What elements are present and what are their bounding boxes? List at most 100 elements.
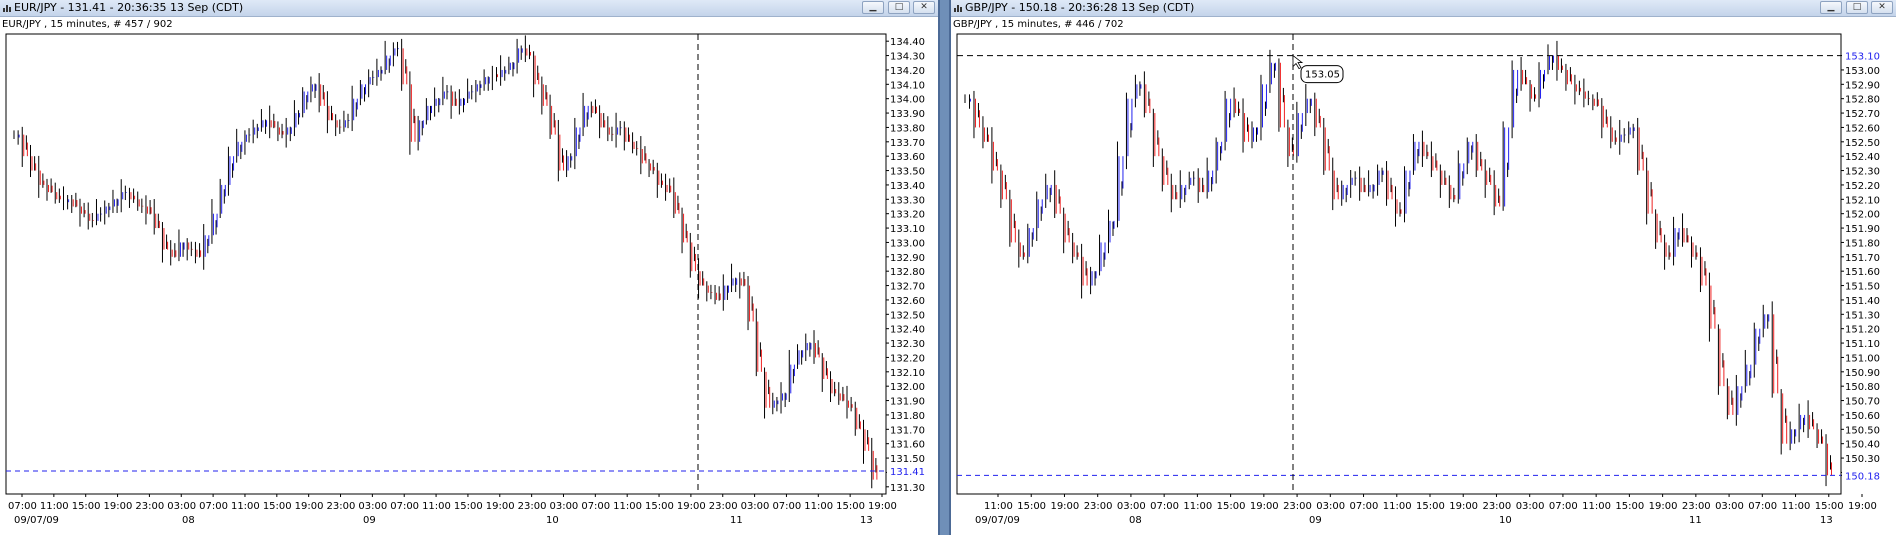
date-tick-label: 10	[546, 515, 559, 526]
time-tick-label: 11:00	[804, 501, 833, 512]
time-tick-label: 03:00	[1316, 501, 1345, 512]
eurjpy-chart-window[interactable]: EUR/JPY - 131.41 - 20:36:35 13 Sep (CDT)…	[0, 0, 940, 535]
time-tick-label: 19:00	[104, 501, 133, 512]
time-tick-label: 11:00	[1782, 501, 1811, 512]
time-tick-label: 23:00	[1084, 501, 1113, 512]
price-tick-label: 151.00	[1845, 353, 1880, 364]
price-tick-label: 132.30	[890, 339, 925, 350]
price-tick-label: 132.20	[890, 353, 925, 364]
current-price-label: 131.41	[890, 467, 925, 478]
time-tick-label: 15:00	[836, 501, 865, 512]
price-tick-label: 131.90	[890, 397, 925, 408]
time-tick-label: 07:00	[199, 501, 228, 512]
time-tick-label: 03:00	[741, 501, 770, 512]
date-tick-label: 08	[1129, 515, 1142, 526]
time-tick-label: 15:00	[1017, 501, 1046, 512]
time-tick-label: 23:00	[327, 501, 356, 512]
price-tick-label: 132.80	[890, 267, 925, 278]
price-tick-label: 151.20	[1845, 325, 1880, 336]
time-tick-label: 07:00	[1350, 501, 1379, 512]
price-tick-label: 151.90	[1845, 224, 1880, 235]
price-tick-label: 152.10	[1845, 195, 1880, 206]
price-tick-label: 133.00	[890, 238, 925, 249]
time-tick-label: 23:00	[135, 501, 164, 512]
price-axis: 134.40 134.30 134.20 134.10 134.00 133.90 133.…	[886, 37, 925, 494]
time-tick-label: 11:00	[40, 501, 69, 512]
date-tick-label: 09	[363, 515, 376, 526]
price-tick-label: 150.40	[1845, 440, 1880, 451]
price-tick-label: 132.40	[890, 325, 925, 336]
date-tick-label: 09/07/09	[975, 515, 1020, 526]
price-tick-label: 151.40	[1845, 296, 1880, 307]
time-tick-label: 07:00	[1748, 501, 1777, 512]
time-tick-label: 11:00	[984, 501, 1013, 512]
price-tick-label: 133.50	[890, 167, 925, 178]
time-tick-label: 23:00	[709, 501, 738, 512]
price-tick-label: 150.60	[1845, 411, 1880, 422]
price-tick-label: 134.00	[890, 95, 925, 106]
price-tick-label: 132.00	[890, 382, 925, 393]
price-tick-label: 133.30	[890, 195, 925, 206]
price-tick-label: 151.60	[1845, 267, 1880, 278]
date-tick-label: 13	[1820, 515, 1833, 526]
price-tick-label: 134.10	[890, 80, 925, 91]
crosshair-price-label: 153.10	[1845, 52, 1880, 63]
time-tick-label: 07:00	[8, 501, 37, 512]
time-tick-label: 03:00	[1117, 501, 1146, 512]
price-tick-label: 131.30	[890, 483, 925, 494]
price-tick-label: 133.20	[890, 210, 925, 221]
price-tick-label: 151.30	[1845, 310, 1880, 321]
time-tick-label: 03:00	[1516, 501, 1545, 512]
time-tick-label: 19:00	[677, 501, 706, 512]
price-tick-label: 133.60	[890, 152, 925, 163]
price-tick-label: 133.80	[890, 123, 925, 134]
plot-area[interactable]	[956, 33, 1842, 495]
price-tick-label: 132.50	[890, 310, 925, 321]
time-tick-label: 19:00	[1449, 501, 1478, 512]
eurjpy-candlestick-chart[interactable]: 134.40 134.30 134.20 134.10 134.00 133.90 133.…	[0, 0, 940, 535]
date-tick-label: 11	[730, 515, 743, 526]
price-tick-label: 131.50	[890, 454, 925, 465]
price-tick-label: 131.60	[890, 440, 925, 451]
time-tick-label: 11:00	[1383, 501, 1412, 512]
time-tick-label: 15:00	[1815, 501, 1844, 512]
price-tooltip-label: 153.05	[1305, 70, 1340, 81]
price-tick-label: 152.50	[1845, 138, 1880, 149]
price-tick-label: 131.80	[890, 411, 925, 422]
time-axis: 11:00 15:00 19:00 23:00 03:00 07:00 11:00 15:00…	[975, 494, 1877, 526]
time-tick-label: 07:00	[1549, 501, 1578, 512]
time-tick-label: 03:00	[167, 501, 196, 512]
date-tick-label: 08	[182, 515, 195, 526]
time-tick-label: 11:00	[613, 501, 642, 512]
time-tick-label: 15:00	[72, 501, 101, 512]
time-tick-label: 19:00	[1050, 501, 1079, 512]
price-tick-label: 151.10	[1845, 339, 1880, 350]
time-tick-label: 11:00	[1183, 501, 1212, 512]
gbpjpy-chart-window[interactable]: GBP/JPY - 150.18 - 20:36:28 13 Sep (CDT)…	[949, 0, 1896, 535]
price-tick-label: 152.80	[1845, 95, 1880, 106]
price-tick-label: 134.40	[890, 37, 925, 48]
date-tick-label: 10	[1499, 515, 1512, 526]
time-tick-label: 15:00	[645, 501, 674, 512]
price-tick-label: 134.20	[890, 66, 925, 77]
time-tick-label: 03:00	[358, 501, 387, 512]
time-tick-label: 19:00	[1848, 501, 1877, 512]
plot-area[interactable]	[5, 33, 887, 495]
time-tick-label: 11:00	[1582, 501, 1611, 512]
price-tick-label: 153.00	[1845, 66, 1880, 77]
time-tick-label: 15:00	[1416, 501, 1445, 512]
price-axis: 153.10 153.00 152.90 152.80 152.70 152.60 152.…	[1841, 52, 1880, 482]
price-tick-label: 150.70	[1845, 397, 1880, 408]
price-tick-label: 132.90	[890, 253, 925, 264]
gbpjpy-candlestick-chart[interactable]: 153.10 153.00 152.90 152.80 152.70 152.60 152.…	[951, 0, 1896, 535]
price-tick-label: 152.00	[1845, 210, 1880, 221]
time-tick-label: 07:00	[581, 501, 610, 512]
price-tick-label: 133.40	[890, 181, 925, 192]
time-tick-label: 23:00	[1283, 501, 1312, 512]
time-tick-label: 15:00	[1615, 501, 1644, 512]
current-price-label: 150.18	[1845, 471, 1880, 482]
time-tick-label: 19:00	[295, 501, 324, 512]
date-tick-label: 09	[1309, 515, 1322, 526]
date-tick-label: 09/07/09	[14, 515, 59, 526]
time-tick-label: 23:00	[1482, 501, 1511, 512]
